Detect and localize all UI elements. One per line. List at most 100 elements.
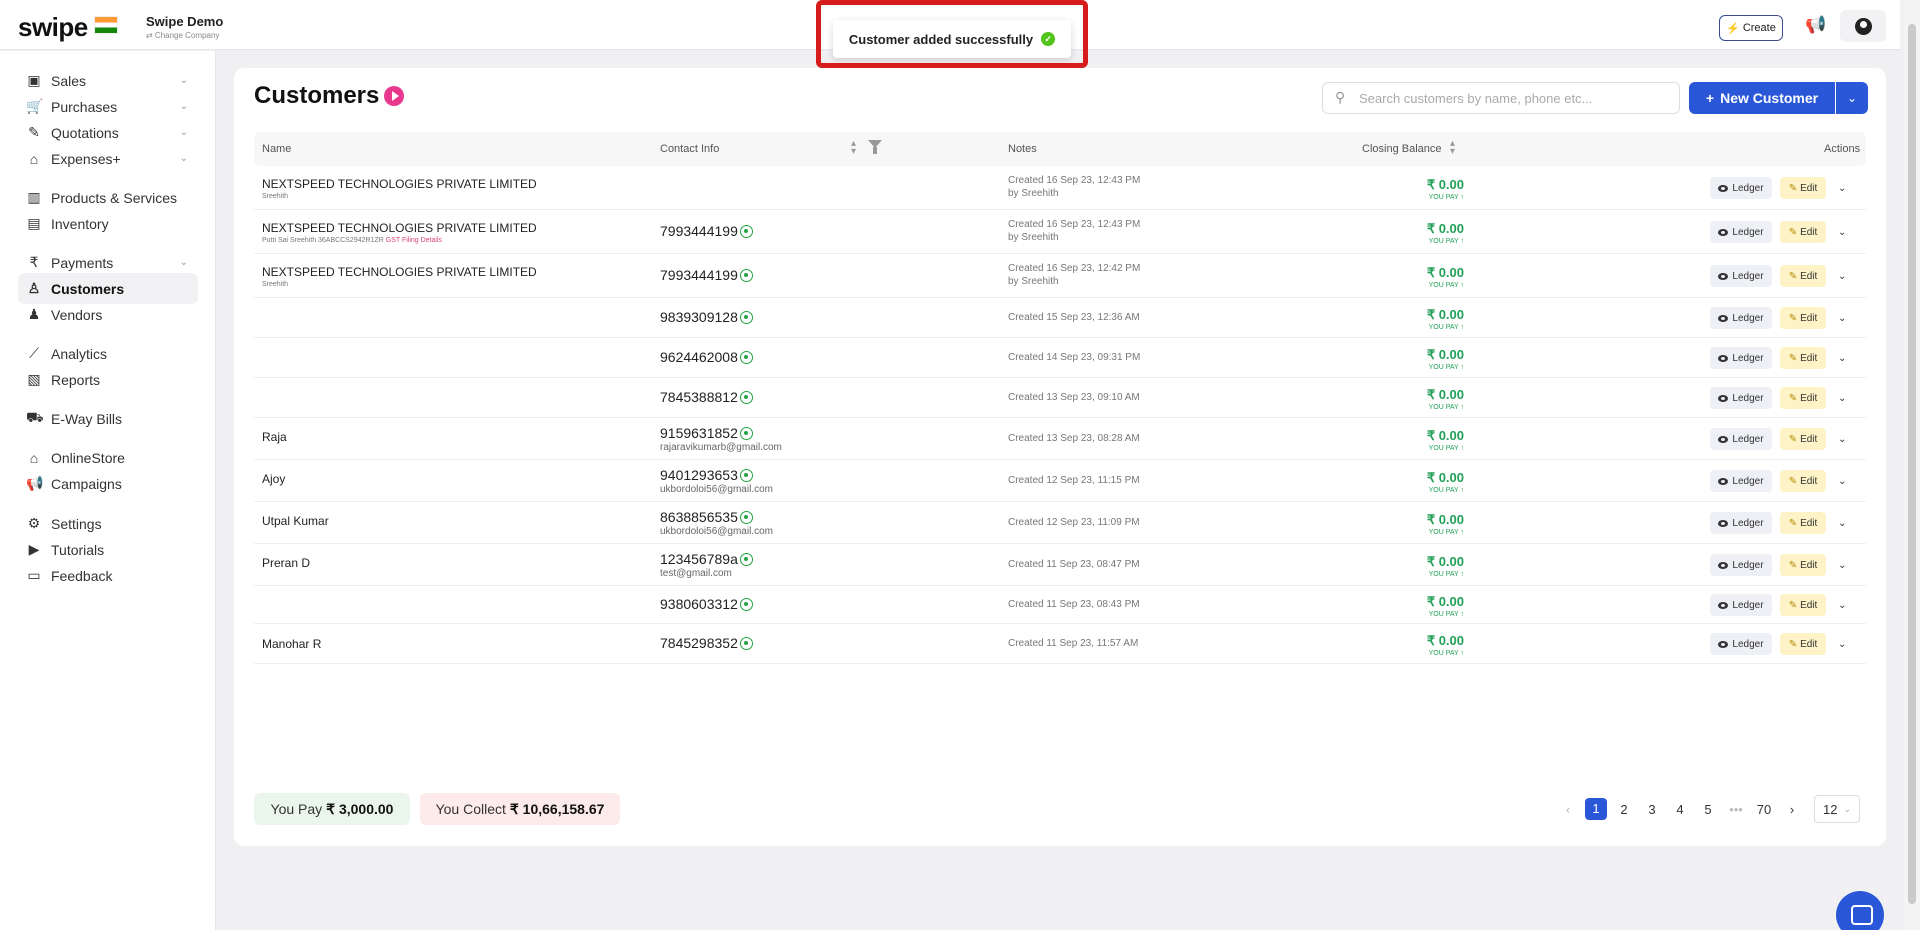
ledger-button[interactable]: Ledger [1710,512,1772,534]
whatsapp-icon[interactable] [739,268,753,282]
ledger-button[interactable]: Ledger [1710,265,1772,287]
page-last-button[interactable]: 70 [1750,802,1778,817]
phone-text[interactable]: 7993444199 [660,267,738,283]
ledger-button[interactable]: Ledger [1710,307,1772,329]
phone-text[interactable]: 9159631852 [660,425,738,441]
chat-support-button[interactable] [1836,891,1884,930]
phone-text[interactable]: 123456789a [660,551,738,567]
table-row[interactable]: NEXTSPEED TECHNOLOGIES PRIVATE LIMITED Sr… [254,254,1866,298]
chevron-down-icon[interactable]: ⌄ [180,75,188,86]
filter-icon[interactable] [868,140,882,154]
chevron-down-icon[interactable]: ⌄ [1838,639,1846,650]
table-row[interactable]: Utpal Kumar 8638856535 ukbordoloi56@gmail.… [254,502,1866,544]
chevron-down-icon[interactable]: ⌄ [1838,393,1846,404]
ledger-button[interactable]: Ledger [1710,387,1772,409]
ledger-button[interactable]: Ledger [1710,633,1772,655]
table-row[interactable]: NEXTSPEED TECHNOLOGIES PRIVATE LIMITED Sr… [254,166,1866,210]
chevron-down-icon[interactable]: ⌄ [1838,227,1846,238]
prev-page-button[interactable]: ‹ [1554,802,1582,817]
page-3-button[interactable]: 3 [1638,802,1666,817]
more-pages-button[interactable]: ••• [1722,802,1750,817]
company-switcher[interactable]: Swipe Demo ⇄ Change Company [146,14,223,40]
whatsapp-icon[interactable] [739,636,753,650]
whatsapp-icon[interactable] [739,426,753,440]
chevron-down-icon[interactable]: ⌄ [180,127,188,138]
edit-button[interactable]: ✎ Edit [1780,265,1826,287]
page-5-button[interactable]: 5 [1694,802,1722,817]
edit-button[interactable]: ✎ Edit [1780,428,1826,450]
page-scrollbar[interactable] [1904,0,1920,930]
customer-name[interactable]: Ajoy [262,472,285,486]
customer-name[interactable]: Utpal Kumar [262,514,329,528]
customer-name[interactable]: Manohar R [262,637,321,651]
customer-name[interactable]: NEXTSPEED TECHNOLOGIES PRIVATE LIMITED [262,221,537,235]
sidebar-item-vendors[interactable]: ♟ Vendors [18,299,198,330]
chevron-down-icon[interactable]: ⌄ [1838,476,1846,487]
customer-name[interactable]: Raja [262,430,287,444]
customer-name[interactable]: Preran D [262,556,310,570]
whatsapp-icon[interactable] [739,552,753,566]
play-tutorial-icon[interactable] [384,86,404,106]
whatsapp-icon[interactable] [739,468,753,482]
sidebar-item-expenses[interactable]: ⌂ Expenses+ ⌄ [18,143,198,174]
sort-balance-icon[interactable]: ▴ ▾ [1450,139,1455,157]
new-customer-dropdown-button[interactable]: ⌄ [1836,82,1868,114]
table-row[interactable]: Ajoy 9401293653 ukbordoloi56@gmail.com Crea… [254,460,1866,502]
customer-name[interactable]: NEXTSPEED TECHNOLOGIES PRIVATE LIMITED [262,177,537,191]
logo[interactable]: swipe [18,12,118,43]
ledger-button[interactable]: Ledger [1710,554,1772,576]
edit-button[interactable]: ✎ Edit [1780,347,1826,369]
table-row[interactable]: 7845388812 Created 13 Sep 23, 09:10 AM ₹ 0… [254,378,1866,418]
chevron-down-icon[interactable]: ⌄ [180,101,188,112]
ledger-button[interactable]: Ledger [1710,428,1772,450]
table-row[interactable]: 9624462008 Created 14 Sep 23, 09:31 PM ₹ 0… [254,338,1866,378]
table-row[interactable]: Manohar R 7845298352 Created 11 Sep 23, 11… [254,624,1866,664]
chevron-down-icon[interactable]: ⌄ [180,153,188,164]
page-1-button[interactable]: 1 [1585,798,1607,820]
sort-name-icon[interactable]: ▴ ▾ [851,139,856,157]
table-row[interactable]: 9380603312 Created 11 Sep 23, 08:43 PM ₹ 0… [254,586,1866,624]
edit-button[interactable]: ✎ Edit [1780,387,1826,409]
ledger-button[interactable]: Ledger [1710,221,1772,243]
edit-button[interactable]: ✎ Edit [1780,554,1826,576]
change-company-link[interactable]: ⇄ Change Company [146,31,223,40]
whatsapp-icon[interactable] [739,597,753,611]
chevron-down-icon[interactable]: ⌄ [1838,434,1846,445]
search-box[interactable]: ⚲ [1322,82,1680,114]
sidebar-item-e-way-bills[interactable]: ⛟ E-Way Bills [18,403,198,434]
ledger-button[interactable]: Ledger [1710,594,1772,616]
chevron-down-icon[interactable]: ⌄ [180,257,188,268]
create-button[interactable]: ⚡ Create [1719,15,1783,41]
edit-button[interactable]: ✎ Edit [1780,470,1826,492]
table-row[interactable]: 9839309128 Created 15 Sep 23, 12:36 AM ₹ 0… [254,298,1866,338]
edit-button[interactable]: ✎ Edit [1780,594,1826,616]
chevron-down-icon[interactable]: ⌄ [1838,518,1846,529]
chevron-down-icon[interactable]: ⌄ [1838,271,1846,282]
whatsapp-icon[interactable] [739,310,753,324]
whatsapp-icon[interactable] [739,224,753,238]
edit-button[interactable]: ✎ Edit [1780,177,1826,199]
ledger-button[interactable]: Ledger [1710,347,1772,369]
megaphone-icon[interactable]: 📢 [1805,15,1826,35]
phone-text[interactable]: 7993444199 [660,223,738,239]
phone-text[interactable]: 9401293653 [660,467,738,483]
sidebar-item-reports[interactable]: ▧ Reports [18,364,198,395]
phone-text[interactable]: 9839309128 [660,309,738,325]
edit-button[interactable]: ✎ Edit [1780,633,1826,655]
customer-name[interactable]: NEXTSPEED TECHNOLOGIES PRIVATE LIMITED [262,265,537,279]
page-size-select[interactable]: 12 ⌄ [1814,795,1860,823]
table-row[interactable]: Preran D 123456789a test@gmail.com Created … [254,544,1866,586]
column-closing-balance[interactable]: Closing Balance [1362,143,1442,155]
phone-text[interactable]: 9380603312 [660,596,738,612]
ledger-button[interactable]: Ledger [1710,470,1772,492]
chevron-down-icon[interactable]: ⌄ [1838,313,1846,324]
edit-button[interactable]: ✎ Edit [1780,221,1826,243]
ledger-button[interactable]: Ledger [1710,177,1772,199]
chevron-down-icon[interactable]: ⌄ [1838,560,1846,571]
chevron-down-icon[interactable]: ⌄ [1838,353,1846,364]
user-avatar-button[interactable] [1840,10,1886,42]
sidebar-item-feedback[interactable]: ▭ Feedback [18,560,198,591]
page-4-button[interactable]: 4 [1666,802,1694,817]
scrollbar-thumb[interactable] [1908,24,1916,904]
next-page-button[interactable]: › [1778,802,1806,817]
